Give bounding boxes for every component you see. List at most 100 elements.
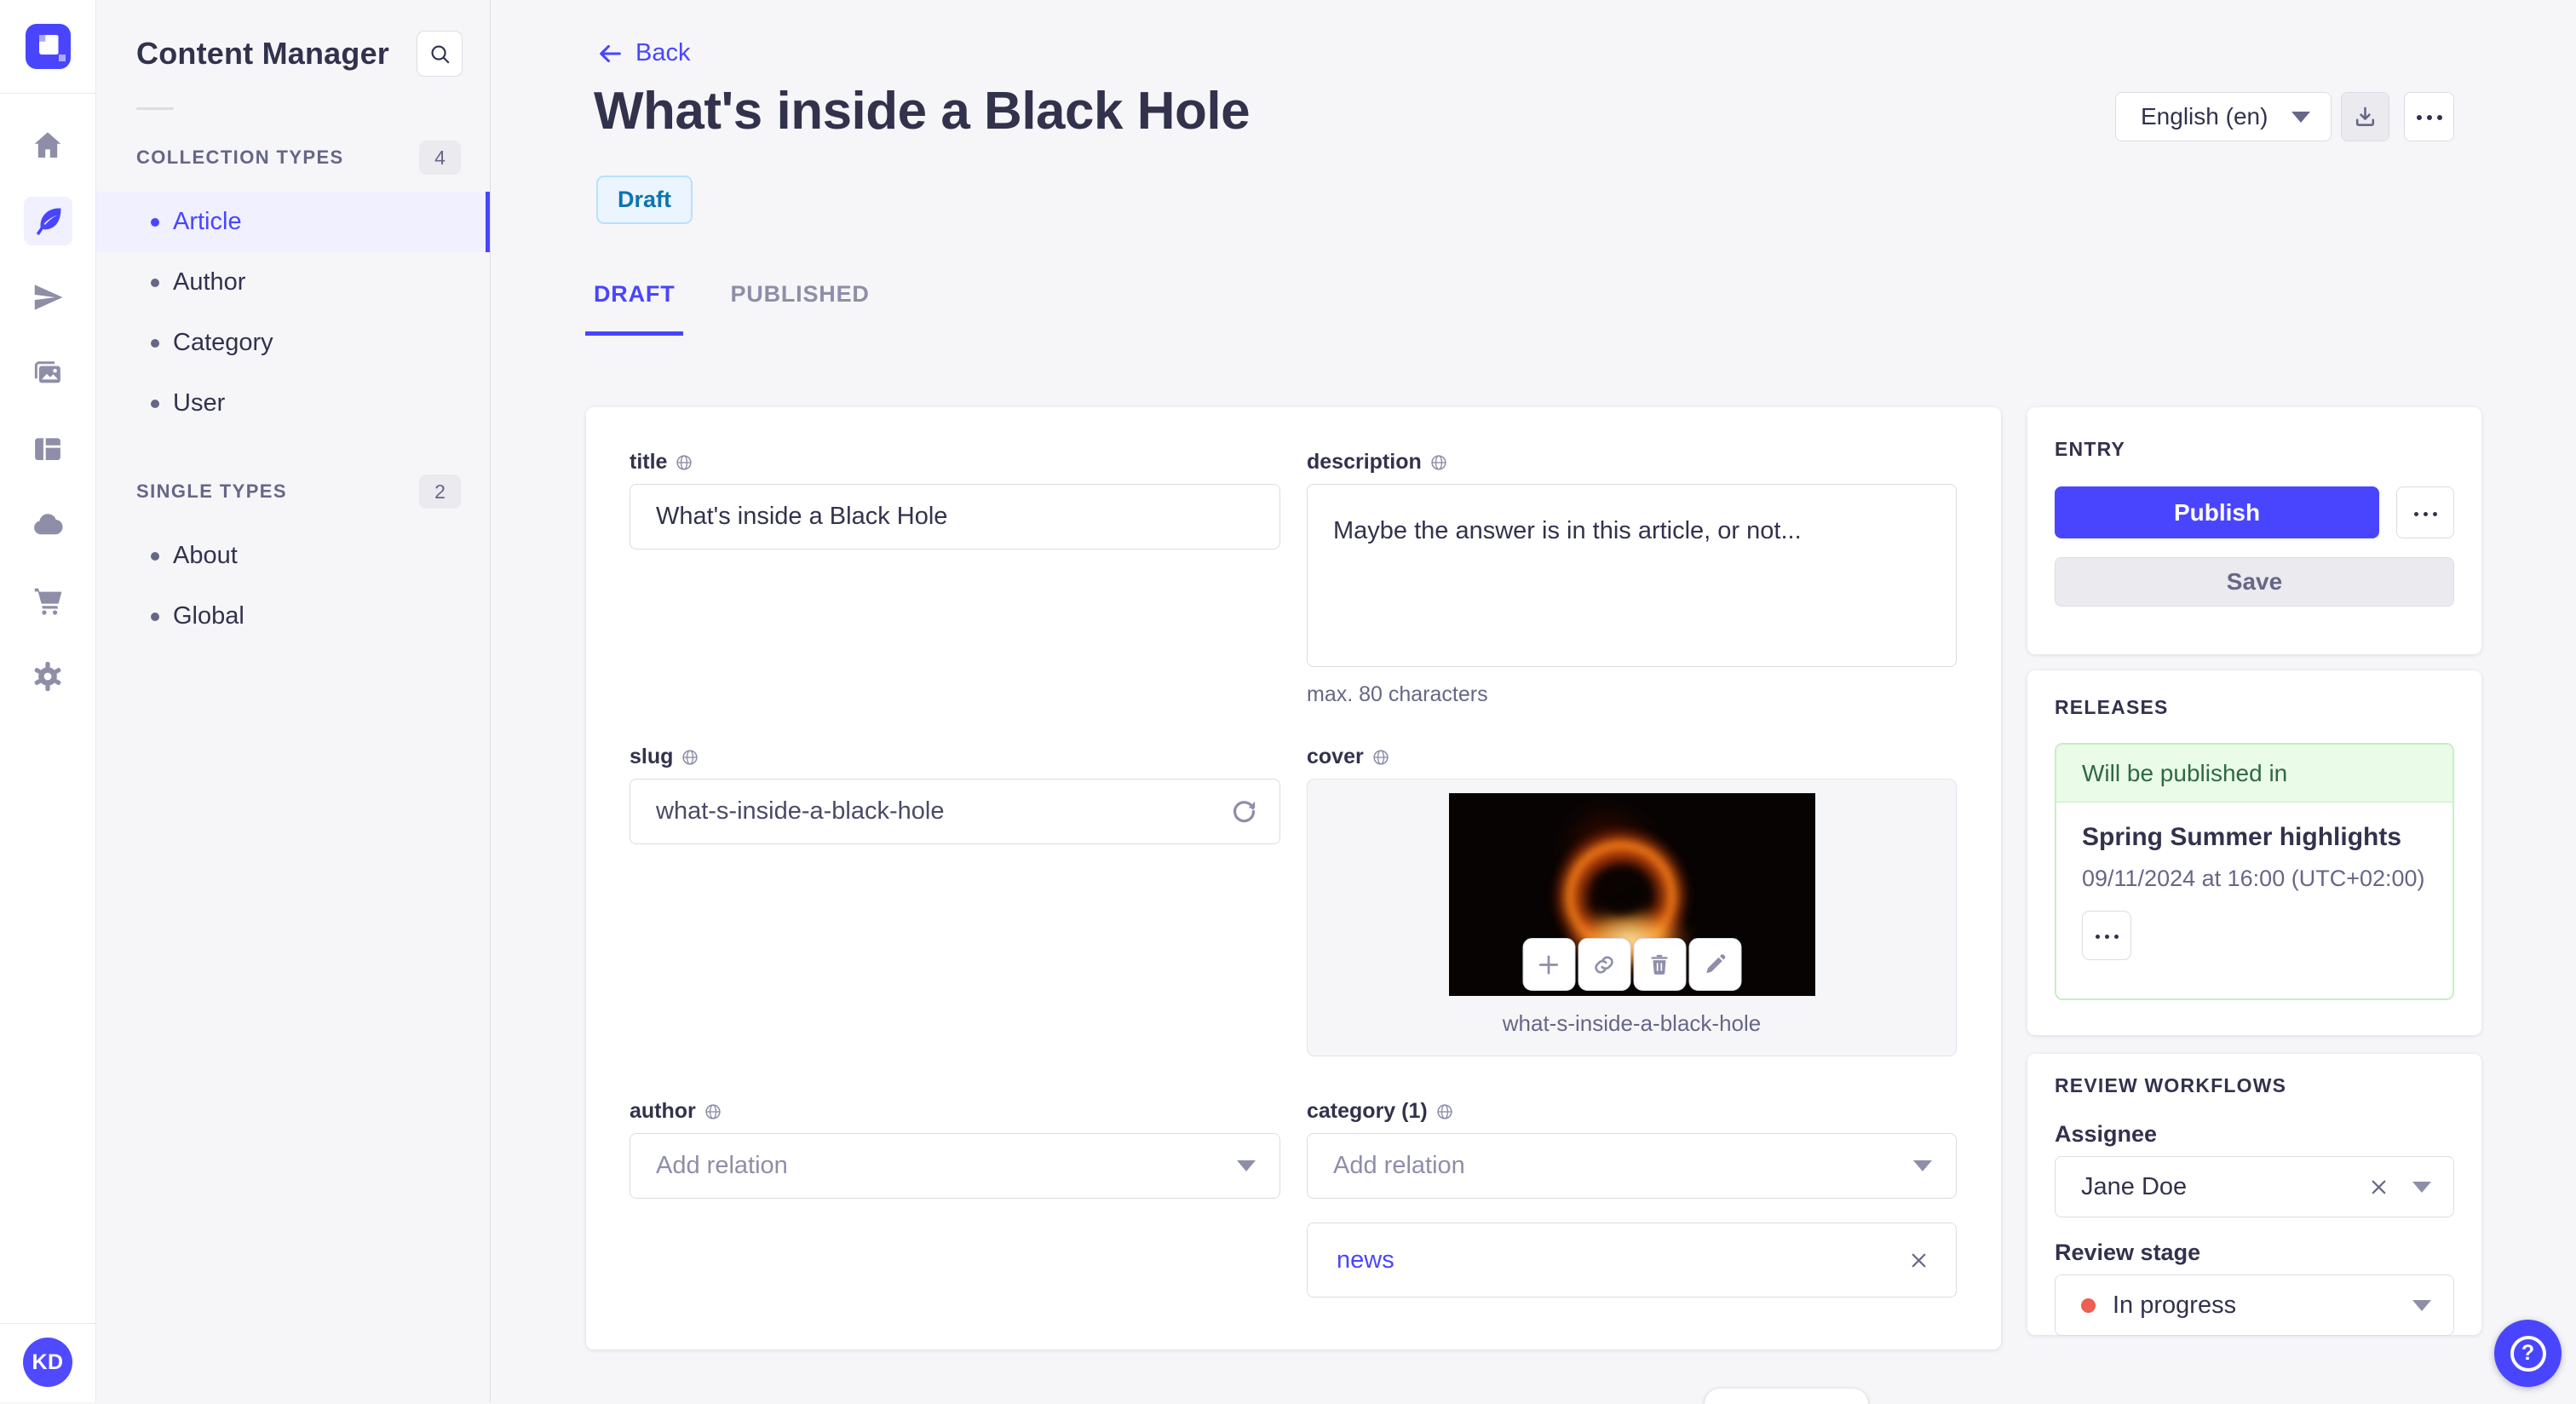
pencil-icon xyxy=(1706,953,1726,973)
main-content: Back What's inside a Black Hole Draft En… xyxy=(492,0,2576,1404)
review-workflows-panel: REVIEW WORKFLOWS Assignee Jane Doe Revie… xyxy=(2027,1054,2481,1336)
assignee-combobox[interactable]: Jane Doe xyxy=(2055,1156,2454,1217)
help-button[interactable] xyxy=(2494,1320,2562,1387)
nav-cloud-button[interactable] xyxy=(24,500,72,549)
category-relation-select[interactable]: Add relation xyxy=(1307,1133,1957,1199)
cover-edit-button[interactable] xyxy=(1688,938,1741,991)
title-input[interactable] xyxy=(630,484,1280,550)
search-button[interactable] xyxy=(417,31,463,77)
field-category: category (1) Add relation news xyxy=(1307,1099,1957,1349)
strapi-logo[interactable] xyxy=(25,24,71,69)
relation-news-link[interactable]: news xyxy=(1337,1246,1394,1275)
regenerate-slug-icon[interactable] xyxy=(1228,796,1260,827)
assignee-value: Jane Doe xyxy=(2081,1172,2188,1200)
category-relation-item-news: news xyxy=(1307,1223,1957,1298)
globe-localized-icon xyxy=(1431,454,1446,470)
subnav-title: Content Manager xyxy=(136,36,390,71)
globe-localized-icon xyxy=(705,1103,721,1119)
status-badge: Draft xyxy=(596,176,693,224)
strapi-content-manager-app: KD Content Manager COLLECTION TYPES 4 Ar… xyxy=(0,0,2576,1404)
field-slug: slug xyxy=(630,745,1280,1051)
releases-panel: RELEASES Will be published in Spring Sum… xyxy=(2027,670,2481,1035)
tab-draft[interactable]: DRAFT xyxy=(585,276,684,336)
cloud-icon xyxy=(34,513,63,534)
scroll-peek-card xyxy=(1705,1389,1868,1404)
chevron-down-icon xyxy=(2412,1299,2431,1311)
tab-published[interactable]: PUBLISHED xyxy=(722,276,877,336)
cover-filename: what-s-inside-a-black-hole xyxy=(1502,1010,1762,1036)
nav-bottom-section: KD xyxy=(0,1323,95,1402)
author-relation-select[interactable]: Add relation xyxy=(630,1133,1280,1199)
sidebar-item-about[interactable]: About xyxy=(96,526,490,586)
slug-input[interactable] xyxy=(630,779,1280,844)
release-name[interactable]: Spring Summer highlights xyxy=(2082,823,2427,852)
sidebar-item-category[interactable]: Category xyxy=(96,313,490,373)
release-date: 09/11/2024 at 16:00 (UTC+02:00) xyxy=(2082,866,2425,891)
back-arrow-icon xyxy=(600,44,621,62)
link-icon xyxy=(1595,955,1613,974)
collection-types-label: COLLECTION TYPES xyxy=(136,147,344,168)
home-icon xyxy=(34,131,61,158)
cover-field-label: cover xyxy=(1307,745,1364,768)
nav-content-manager-button[interactable] xyxy=(23,197,72,245)
main-nav-rail: KD xyxy=(0,0,96,1402)
more-horizontal-icon xyxy=(2093,928,2121,943)
nav-content-type-builder-button[interactable] xyxy=(24,424,72,473)
download-icon xyxy=(2355,106,2375,126)
sidebar-item-global[interactable]: Global xyxy=(96,586,490,647)
locale-selected-value: English (en) xyxy=(2141,103,2268,129)
category-field-label: category (1) xyxy=(1307,1099,1428,1123)
description-field-label: description xyxy=(1307,450,1422,474)
publish-button[interactable]: Publish xyxy=(2055,486,2379,538)
cover-copy-link-button[interactable] xyxy=(1578,938,1630,991)
entry-more-button[interactable] xyxy=(2396,486,2454,538)
clear-assignee-icon[interactable] xyxy=(2367,1176,2390,1199)
description-textarea[interactable]: Maybe the answer is in this article, or … xyxy=(1307,484,1957,667)
assignee-label: Assignee xyxy=(2055,1121,2158,1147)
review-stage-label: Review stage xyxy=(2055,1240,2201,1265)
sidebar-item-author[interactable]: Author xyxy=(96,252,490,313)
chevron-down-icon xyxy=(1237,1160,1256,1171)
single-types-count: 2 xyxy=(419,475,461,509)
back-link[interactable]: Back xyxy=(596,39,690,67)
review-stage-combobox[interactable]: In progress xyxy=(2055,1275,2454,1336)
field-author: author Add relation xyxy=(630,1099,1280,1349)
locale-select[interactable]: English (en) xyxy=(2115,92,2332,141)
nav-settings-button[interactable] xyxy=(24,652,72,700)
search-icon xyxy=(430,44,449,63)
releases-panel-title: RELEASES xyxy=(2055,696,2169,718)
globe-localized-icon xyxy=(676,454,693,470)
nav-marketplace-button[interactable] xyxy=(24,576,72,624)
sidebar-item-article[interactable]: Article xyxy=(96,192,490,252)
globe-localized-icon xyxy=(1373,749,1389,765)
field-description: description Maybe the answer is in this … xyxy=(1307,450,1957,706)
media-library-icon xyxy=(34,360,60,383)
page-title: What's inside a Black Hole xyxy=(594,82,1251,141)
user-avatar[interactable]: KD xyxy=(23,1338,72,1387)
chevron-down-icon xyxy=(1913,1160,1932,1171)
remove-relation-icon[interactable] xyxy=(1907,1249,1930,1272)
chevron-down-icon xyxy=(2291,111,2310,123)
send-icon xyxy=(34,284,63,310)
question-mark-icon xyxy=(2510,1335,2546,1372)
export-download-button[interactable] xyxy=(2341,92,2389,141)
nav-home-button[interactable] xyxy=(24,121,72,170)
subnav-divider xyxy=(136,107,174,110)
release-more-button[interactable] xyxy=(2082,911,2131,960)
chevron-down-icon xyxy=(2412,1181,2431,1193)
nav-media-library-button[interactable] xyxy=(24,348,72,397)
collection-types-section: COLLECTION TYPES 4 Article Author Catego… xyxy=(96,141,490,434)
cover-add-button[interactable] xyxy=(1522,938,1575,991)
nav-deploy-button[interactable] xyxy=(24,273,72,321)
cover-delete-button[interactable] xyxy=(1633,938,1686,991)
category-relation-placeholder: Add relation xyxy=(1333,1152,1465,1179)
collection-types-count: 4 xyxy=(419,141,461,175)
more-horizontal-icon xyxy=(2412,505,2440,521)
header-more-button[interactable] xyxy=(2404,92,2454,141)
title-field-label: title xyxy=(630,450,668,474)
save-button[interactable]: Save xyxy=(2055,557,2454,607)
back-label: Back xyxy=(635,39,691,66)
add-icon xyxy=(1538,954,1559,975)
sidebar-item-user[interactable]: User xyxy=(96,373,490,434)
layout-builder-icon xyxy=(35,437,60,460)
